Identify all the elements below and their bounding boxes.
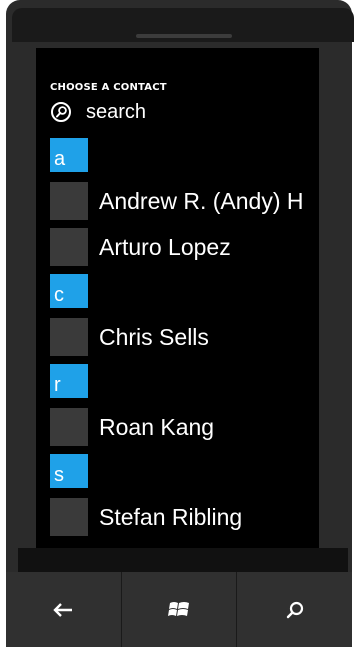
avatar: [50, 498, 88, 536]
list-item[interactable]: Arturo Lopez: [50, 228, 319, 266]
group-header-c[interactable]: c: [50, 274, 88, 308]
screen: CHOOSE A CONTACT search a Andrew R. (And…: [36, 48, 319, 548]
list-item[interactable]: Stefan Ribling: [50, 498, 319, 536]
contact-name: Stefan Ribling: [99, 503, 243, 530]
group-header-s[interactable]: s: [50, 454, 88, 488]
contact-list: a Andrew R. (Andy) H Arturo Lopez c Chri…: [50, 138, 319, 544]
page-title: CHOOSE A CONTACT: [50, 82, 167, 93]
contact-name: Chris Sells: [99, 323, 209, 350]
windows-logo-icon: [167, 599, 191, 621]
avatar: [50, 408, 88, 446]
group-header-a[interactable]: a: [50, 138, 88, 172]
search-icon: [285, 600, 305, 620]
start-button[interactable]: [121, 572, 238, 647]
list-item[interactable]: Andrew R. (Andy) H: [50, 182, 319, 220]
hardware-nav-bar: [6, 572, 353, 647]
search-row[interactable]: search: [50, 100, 310, 124]
search-icon: [50, 101, 72, 123]
list-item[interactable]: Chris Sells: [50, 318, 319, 356]
screen-bottom-bezel: [18, 548, 348, 572]
list-item[interactable]: Roan Kang: [50, 408, 319, 446]
speaker-grille: [136, 34, 232, 38]
avatar: [50, 318, 88, 356]
search-label: search: [86, 101, 147, 123]
contact-name: Andrew R. (Andy) H: [99, 187, 304, 214]
avatar: [50, 228, 88, 266]
group-header-r[interactable]: r: [50, 364, 88, 398]
contact-name: Arturo Lopez: [99, 233, 231, 260]
avatar: [50, 182, 88, 220]
contact-name: Roan Kang: [99, 413, 215, 440]
back-arrow-icon: [52, 602, 74, 618]
back-button[interactable]: [6, 572, 122, 647]
search-button[interactable]: [237, 572, 353, 647]
